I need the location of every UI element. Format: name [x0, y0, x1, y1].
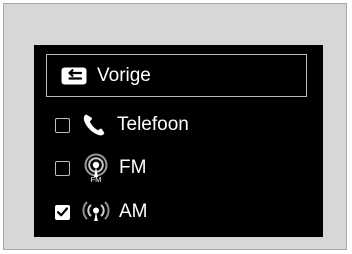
back-button[interactable]: Vorige [46, 54, 307, 97]
menu-screen: Vorige Telefoon FM FM AM [34, 45, 323, 237]
fm-label: FM [119, 157, 147, 178]
phone-icon [83, 114, 105, 136]
checkmark-icon [57, 207, 68, 217]
am-checkbox[interactable] [55, 204, 70, 220]
am-label: AM [119, 201, 148, 222]
telefoon-checkbox[interactable] [55, 117, 70, 133]
back-icon [61, 67, 87, 84]
fm-radio-icon: FM [84, 153, 108, 183]
back-label: Vorige [97, 64, 151, 86]
screenshot-frame: Vorige Telefoon FM FM AM [3, 3, 347, 250]
menu-item-telefoon[interactable]: Telefoon [55, 112, 189, 138]
menu-item-fm[interactable]: FM FM [55, 153, 146, 183]
fm-icon-text: FM [91, 175, 102, 183]
am-radio-icon [82, 201, 110, 221]
telefoon-label: Telefoon [117, 114, 189, 135]
fm-checkbox[interactable] [55, 160, 70, 176]
menu-item-am[interactable]: AM [55, 199, 148, 225]
